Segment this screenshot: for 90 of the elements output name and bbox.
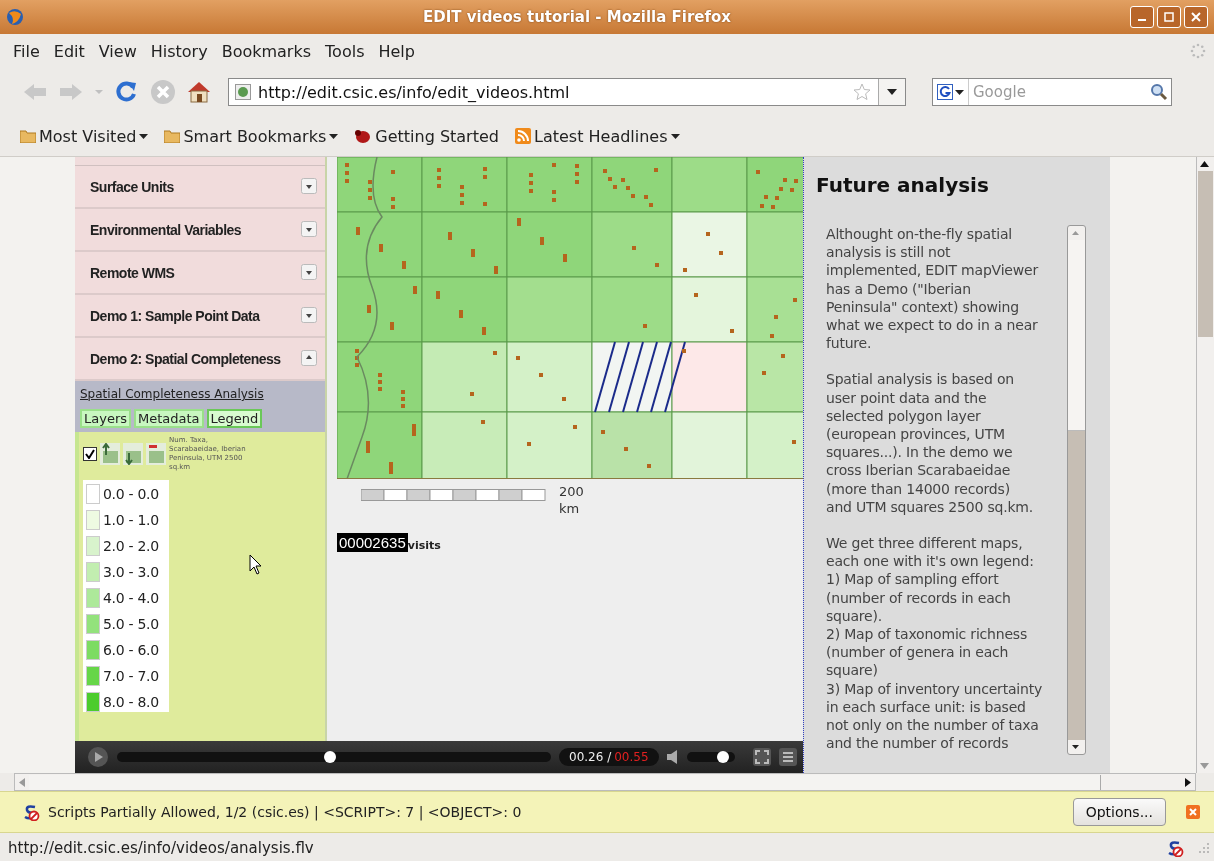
layer-checkbox[interactable] [83, 447, 97, 461]
legend-label: 5.0 - 5.0 [103, 616, 159, 632]
scrollbar-thumb[interactable] [1198, 171, 1213, 337]
menu-item[interactable]: File [6, 41, 47, 61]
scale-value: 200 [559, 483, 584, 500]
folder-icon [164, 129, 181, 143]
scrollbar[interactable] [14, 773, 1196, 791]
accordion-item[interactable]: Remote WMS [75, 252, 325, 295]
maximize-button[interactable] [1157, 6, 1181, 28]
expand-icon[interactable] [301, 307, 317, 323]
home-button[interactable] [186, 79, 212, 105]
minimize-button[interactable] [1130, 6, 1154, 28]
layer-up-icon[interactable] [100, 443, 120, 465]
panel-title: Future analysis [816, 173, 990, 197]
visits-label: visits [407, 539, 441, 552]
legend-label: 3.0 - 3.0 [103, 564, 159, 580]
minimize-icon [1138, 19, 1146, 21]
scrollbar[interactable] [1196, 157, 1214, 773]
scrollbar[interactable] [1067, 225, 1086, 755]
legend-label: 0.0 - 0.0 [103, 486, 159, 502]
menu-icon[interactable] [778, 748, 797, 766]
time-display: 00.26 / 00.55 [559, 748, 659, 766]
status-text: http://edit.csic.es/info/videos/analysis.flv [8, 838, 315, 857]
script-blocker-icon [22, 803, 40, 821]
scale-unit: km [559, 500, 581, 517]
search-engine-icon [937, 84, 953, 100]
paragraph: Spatial analysis is based on user point data and the selected polygon layer (european provinces, UTM squares...). In the demo we cross Iberian Scarabaeidae (more than 14000 records) and UTM squares 2500 sq.km. [826, 370, 1035, 517]
accordion-item[interactable]: Surface Units [75, 166, 325, 209]
bookmark-item[interactable]: Latest Headlines [514, 126, 680, 146]
resize-grip-icon[interactable] [1198, 841, 1210, 854]
collapse-icon[interactable] [301, 350, 317, 366]
menu-item[interactable]: Tools [318, 41, 372, 61]
panel-tab[interactable]: Metadata [134, 409, 204, 428]
layer-remove-icon[interactable] [146, 443, 166, 465]
folder-icon [20, 129, 36, 143]
volume-thumb[interactable] [716, 751, 729, 763]
legend-label: 4.0 - 4.0 [103, 590, 159, 606]
notification-text: Scripts Partially Allowed, 1/2 (csic.es) | <SCRIPT>: 7 | <OBJECT>: 0 [48, 804, 523, 820]
star-icon[interactable] [853, 83, 871, 101]
bookmark-item[interactable]: Smart Bookmarks [164, 126, 339, 146]
analysis-link[interactable]: Spatial Completeness Analysis [80, 387, 320, 401]
close-button[interactable] [1184, 6, 1208, 28]
caret-icon [887, 89, 897, 95]
legend-label: 8.0 - 8.0 [103, 694, 159, 710]
panel-tab[interactable]: Layers [80, 409, 132, 428]
progress-track[interactable] [117, 752, 551, 762]
menu-item[interactable]: View [91, 41, 144, 61]
speaker-icon[interactable] [666, 750, 679, 764]
legend-label: 6.0 - 6.0 [103, 642, 159, 658]
volume-track[interactable] [686, 752, 735, 762]
options-button[interactable]: Options... [1072, 798, 1166, 826]
accordion-item[interactable]: Demo 1: Sample Point Data [75, 295, 325, 338]
search-icon[interactable] [1150, 83, 1168, 101]
close-icon [1191, 12, 1201, 22]
paragraph: We get three different maps, each one with it's own legend: 1) Map of sampling effort (number of records in each square). 2) Map of taxonomic richness (number of genera in each square) 3) Map of inventory uncertainty in each surface unit: is based not only on the number of taxa and the number of records [826, 534, 1044, 753]
expand-icon[interactable] [301, 264, 317, 280]
expand-icon[interactable] [301, 221, 317, 237]
maximize-icon [1164, 12, 1174, 22]
globe-icon [6, 8, 24, 26]
legend-label: 2.0 - 2.0 [103, 538, 159, 554]
legend-label: 7.0 - 7.0 [103, 668, 159, 684]
visit-counter: 00002635 [337, 533, 408, 552]
fullscreen-icon[interactable] [752, 748, 771, 766]
menu-item[interactable]: History [143, 41, 215, 61]
legend-label: 1.0 - 1.0 [103, 512, 159, 528]
script-blocker-icon[interactable] [1166, 838, 1184, 857]
accordion-item[interactable]: Demo 2: Spatial Completeness [75, 338, 325, 381]
accordion-item[interactable]: Environmental Variables [75, 209, 325, 252]
search-field[interactable]: Google [932, 78, 1172, 106]
bug-icon [354, 128, 373, 144]
play-button[interactable] [87, 746, 109, 768]
dropdown-button[interactable] [878, 79, 905, 105]
globe-icon [235, 84, 251, 100]
bookmark-item[interactable]: Most Visited [20, 126, 149, 146]
bookmark-item[interactable]: Getting Started [354, 126, 499, 146]
progress-thumb[interactable] [323, 751, 336, 763]
caret-icon [955, 89, 964, 95]
window-title: EDIT videos tutorial - Mozilla Firefox [422, 8, 732, 26]
close-icon[interactable] [1186, 805, 1200, 819]
expand-icon[interactable] [301, 178, 317, 194]
mouse-cursor-icon [249, 554, 263, 576]
address-field[interactable]: http://edit.csic.es/info/edit_videos.html [228, 78, 906, 106]
menu-item[interactable]: Bookmarks [214, 41, 319, 61]
paragraph: Althought on-the-fly spatial analysis is still not implemented, EDIT mapViewer has a Demo ("Iberian Peninsula" context) showing what we expect to do in a near future. [826, 225, 1040, 353]
feed-icon [514, 128, 531, 144]
panel-tab[interactable]: Legend [206, 409, 263, 428]
menu-item[interactable]: Help [371, 41, 422, 61]
layer-down-icon[interactable] [123, 443, 143, 465]
menu-item[interactable]: Edit [46, 41, 92, 61]
throbber-icon [1190, 43, 1206, 59]
